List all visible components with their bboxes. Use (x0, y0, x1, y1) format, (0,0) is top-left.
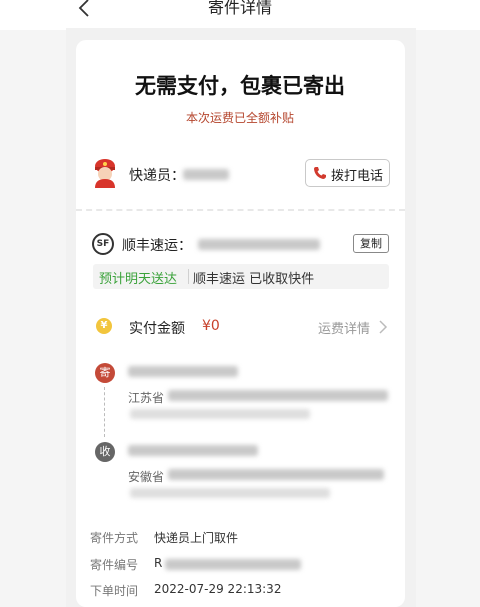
route-connector (104, 387, 105, 437)
payment-amount: ¥0 (202, 318, 220, 334)
page-title: 寄件详情 (207, 0, 272, 17)
sf-express-icon: SF (92, 233, 114, 255)
tracking-number-redacted (198, 239, 320, 250)
delivery-status-text: 顺丰速运 已收取快件 (193, 272, 315, 287)
method-value: 快递员上门取件 (154, 531, 239, 545)
courier-avatar-icon (95, 159, 115, 188)
courier-name-redacted (183, 169, 229, 180)
delivery-estimate: 预计明天送达 (99, 272, 178, 287)
order-number-redacted (165, 559, 301, 570)
sender-icon: 寄 (95, 363, 115, 383)
courier-label: 快递员： (129, 168, 185, 184)
order-number-value: R (154, 556, 163, 570)
call-courier-button[interactable]: 拨打电话 (305, 159, 390, 187)
order-number-label: 寄件编号 (90, 558, 139, 572)
call-button-label: 拨打电话 (331, 169, 384, 184)
fee-detail-link[interactable]: 运费详情 (318, 318, 370, 337)
method-label: 寄件方式 (90, 531, 139, 545)
delivery-status-bar[interactable]: 预计明天送达 顺丰速运 已收取快件 (93, 264, 389, 289)
order-time-value: 2022-07-29 22:13:32 (154, 582, 282, 596)
receiver-province: 安徽省 (128, 470, 165, 484)
section-divider (76, 209, 405, 211)
subsidy-note: 本次运费已全额补贴 (185, 111, 294, 125)
sender-name-redacted (128, 366, 238, 377)
status-separator (188, 269, 189, 284)
receiver-name-redacted (128, 445, 258, 456)
receiver-address-redacted-2 (130, 488, 330, 498)
payment-label: 实付金额 (129, 321, 185, 337)
receiver-address-redacted (168, 469, 384, 480)
sender-province: 江苏省 (128, 391, 165, 405)
status-title: 无需支付，包裹已寄出 (135, 74, 345, 98)
sender-address-redacted-2 (130, 409, 310, 419)
order-time-label: 下单时间 (90, 584, 139, 598)
nav-bar: 寄件详情 (0, 0, 480, 30)
sender-address-redacted (168, 390, 388, 401)
copy-button[interactable]: 复制 (353, 234, 389, 253)
carrier-label: 顺丰速运： (122, 238, 192, 254)
chevron-right-icon[interactable] (378, 320, 388, 334)
receiver-icon: 收 (95, 442, 115, 462)
phone-icon (314, 167, 326, 179)
coin-icon: ¥ (96, 318, 112, 334)
